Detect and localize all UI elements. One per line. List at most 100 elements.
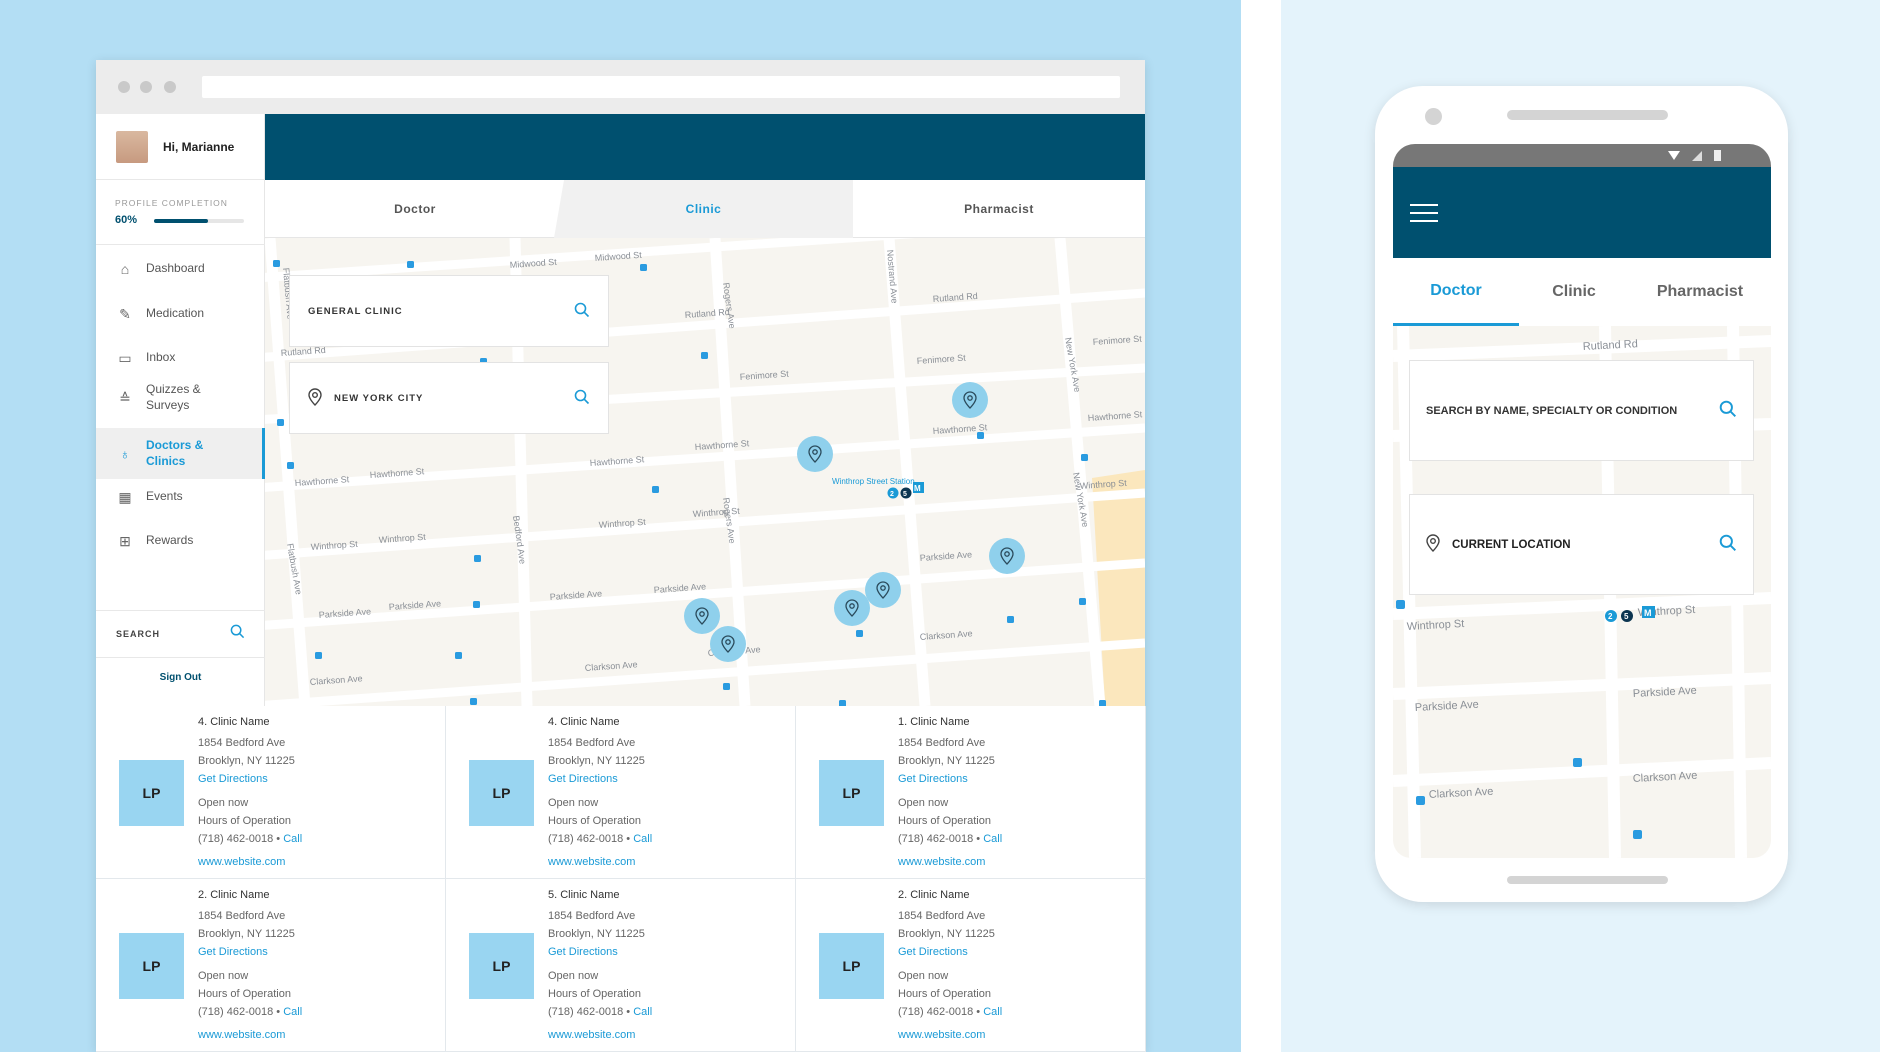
map-pin[interactable] — [952, 382, 988, 418]
search-icon[interactable] — [230, 624, 245, 644]
sidebar-item-inbox[interactable]: ▭ Inbox — [96, 336, 265, 380]
profile-percent: 60% — [115, 214, 138, 226]
map-pin[interactable] — [989, 538, 1025, 574]
street-label: Midwood St — [509, 257, 557, 270]
website-link[interactable]: www.website.com — [898, 856, 985, 868]
phone-location-input[interactable]: CURRENT LOCATION — [1409, 494, 1754, 595]
subway-line-label: 2 — [1608, 612, 1613, 621]
divider — [1241, 0, 1281, 1052]
map-pin[interactable] — [710, 626, 746, 662]
clinic-name[interactable]: 4. Clinic Name — [198, 716, 270, 728]
clinic-phone: (718) 462-0018 • — [548, 833, 631, 845]
hours-of-operation: Hours of Operation — [198, 815, 291, 827]
clinic-name[interactable]: 5. Clinic Name — [548, 889, 620, 901]
phone-app-bar — [1393, 167, 1771, 258]
sidebar-item-events[interactable]: ▦ Events — [96, 475, 265, 519]
website-link[interactable]: www.website.com — [198, 1029, 285, 1041]
sidebar-item-dashboard[interactable]: ⌂ Dashboard — [96, 247, 265, 291]
window-close-button[interactable] — [118, 81, 130, 93]
call-link[interactable]: Call — [633, 1006, 652, 1018]
map-pin[interactable] — [684, 598, 720, 634]
gift-icon: ⊞ — [119, 532, 131, 549]
sidebar-item-rewards[interactable]: ⊞ Rewards — [96, 519, 265, 563]
get-directions-link[interactable]: Get Directions — [548, 946, 618, 958]
website-link[interactable]: www.website.com — [548, 1029, 635, 1041]
sidebar-item-doctors-clinics[interactable]: ♁ Doctors & Clinics — [96, 428, 265, 479]
location-value: NEW YORK CITY — [334, 392, 424, 404]
hamburger-menu-icon[interactable] — [1410, 204, 1438, 222]
search-icon[interactable] — [574, 302, 590, 321]
phone-search-input[interactable]: SEARCH BY NAME, SPECIALTY OR CONDITION — [1409, 360, 1754, 461]
clinic-name[interactable]: 1. Clinic Name — [898, 716, 970, 728]
clinic-address: 1854 Bedford Ave — [898, 910, 986, 922]
sidebar-item-quizzes-surveys[interactable]: ≙ Quizzes & Surveys — [96, 376, 265, 420]
website-link[interactable]: www.website.com — [898, 1029, 985, 1041]
bus-stop-icon — [287, 462, 294, 469]
tab-clinic[interactable]: Clinic — [554, 180, 853, 238]
graduation-cap-icon: ≙ — [119, 389, 131, 406]
clinic-logo: LP — [469, 933, 534, 999]
clinic-address: 1854 Bedford Ave — [898, 737, 986, 749]
bus-stop-icon — [474, 555, 481, 562]
profile-completion-label: PROFILE COMPLETION — [115, 198, 228, 208]
status-bar — [1393, 144, 1771, 167]
location-input[interactable]: NEW YORK CITY — [289, 362, 609, 434]
map[interactable]: Midwood St Midwood St Rutland Rd Rutland Rd… — [265, 238, 1145, 706]
sidebar-item-medication[interactable]: ✎ Medication — [96, 292, 265, 336]
call-link[interactable]: Call — [633, 833, 652, 845]
clinic-name[interactable]: 2. Clinic Name — [898, 889, 970, 901]
profile-completion: PROFILE COMPLETION 60% — [96, 180, 265, 245]
get-directions-link[interactable]: Get Directions — [898, 946, 968, 958]
phone-screen: Doctor Clinic Pharmacist Rutland Rd Winth… — [1393, 144, 1771, 858]
clinic-search-input[interactable]: GENERAL CLINIC — [289, 275, 609, 347]
address-bar[interactable] — [202, 76, 1120, 98]
street-label: Fenimore St — [1092, 334, 1142, 347]
call-link[interactable]: Call — [283, 833, 302, 845]
sidebar-search[interactable]: SEARCH — [96, 610, 265, 658]
search-icon[interactable] — [1719, 534, 1737, 555]
street-label: Parkside Ave — [919, 549, 972, 563]
call-link[interactable]: Call — [983, 1006, 1002, 1018]
hours-of-operation: Hours of Operation — [548, 988, 641, 1000]
phone-tab-pharmacist[interactable]: Pharmacist — [1629, 258, 1771, 326]
call-link[interactable]: Call — [283, 1006, 302, 1018]
hours-of-operation: Hours of Operation — [198, 988, 291, 1000]
map-pin[interactable] — [834, 590, 870, 626]
tab-pharmacist[interactable]: Pharmacist — [853, 180, 1145, 238]
get-directions-link[interactable]: Get Directions — [198, 946, 268, 958]
clinic-phone: (718) 462-0018 • — [898, 833, 981, 845]
website-link[interactable]: www.website.com — [198, 856, 285, 868]
sign-out-link[interactable]: Sign Out — [96, 672, 265, 683]
map-pin[interactable] — [797, 436, 833, 472]
search-icon[interactable] — [1719, 400, 1737, 421]
browser-titlebar — [96, 60, 1145, 114]
bus-stop-icon — [640, 264, 647, 271]
phone-tab-clinic[interactable]: Clinic — [1519, 258, 1629, 326]
call-link[interactable]: Call — [983, 833, 1002, 845]
clinic-logo: LP — [469, 760, 534, 826]
tab-doctor[interactable]: Doctor — [265, 180, 565, 238]
phone-map[interactable]: Rutland Rd Winthrop St Winthrop St Parkside… — [1393, 325, 1771, 858]
street-label: Midwood St — [594, 250, 642, 263]
get-directions-link[interactable]: Get Directions — [898, 773, 968, 785]
bus-stop-icon — [277, 419, 284, 426]
clinic-name[interactable]: 4. Clinic Name — [548, 716, 620, 728]
clinic-phone: (718) 462-0018 • — [548, 1006, 631, 1018]
get-directions-link[interactable]: Get Directions — [198, 773, 268, 785]
phone-tab-doctor[interactable]: Doctor — [1393, 258, 1519, 326]
bus-stop-icon — [856, 630, 863, 637]
bus-stop-icon — [315, 652, 322, 659]
clinic-city: Brooklyn, NY 11225 — [548, 755, 645, 767]
window-minimize-button[interactable] — [140, 81, 152, 93]
map-pin[interactable] — [865, 572, 901, 608]
get-directions-link[interactable]: Get Directions — [548, 773, 618, 785]
street-label: Parkside Ave — [1415, 699, 1480, 714]
avatar[interactable] — [116, 130, 148, 163]
search-icon[interactable] — [574, 389, 590, 408]
clinic-address: 1854 Bedford Ave — [198, 737, 286, 749]
website-link[interactable]: www.website.com — [548, 856, 635, 868]
clinic-name[interactable]: 2. Clinic Name — [198, 889, 270, 901]
phone-location-value: CURRENT LOCATION — [1452, 538, 1571, 551]
hours-of-operation: Hours of Operation — [898, 815, 991, 827]
window-maximize-button[interactable] — [164, 81, 176, 93]
